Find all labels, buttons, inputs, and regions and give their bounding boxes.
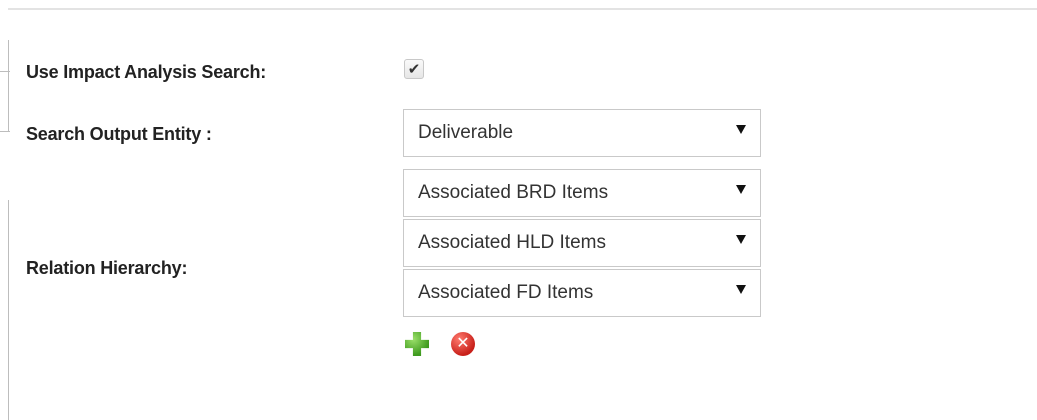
top-divider xyxy=(8,8,1037,10)
relation-level-3-value: Associated FD Items xyxy=(418,282,594,303)
relation-hierarchy-label: Relation Hierarchy: xyxy=(26,258,188,278)
relation-level-2-value: Associated HLD Items xyxy=(418,232,606,253)
impact-search-label: Use Impact Analysis Search: xyxy=(26,62,267,82)
relation-level-2-select[interactable]: Associated HLD Items xyxy=(403,219,761,267)
dropdown-arrow-icon xyxy=(736,235,746,244)
impact-search-checkbox[interactable]: ✔ xyxy=(404,59,424,79)
checkmark-icon: ✔ xyxy=(407,60,421,78)
output-entity-value: Deliverable xyxy=(418,122,514,143)
close-icon: ✕ xyxy=(456,335,470,352)
remove-level-button[interactable]: ✕ xyxy=(451,332,475,356)
dropdown-arrow-icon xyxy=(736,285,746,294)
output-entity-select[interactable]: Deliverable xyxy=(403,109,761,157)
relation-level-1-value: Associated BRD Items xyxy=(418,182,609,203)
group-border-tick xyxy=(0,71,10,72)
relation-level-1-select[interactable]: Associated BRD Items xyxy=(403,169,761,217)
group-border-tick xyxy=(0,131,10,132)
add-level-button[interactable] xyxy=(405,332,429,356)
group-border-bottom xyxy=(8,200,9,420)
dropdown-arrow-icon xyxy=(736,125,746,134)
dropdown-arrow-icon xyxy=(736,185,746,194)
relation-level-3-select[interactable]: Associated FD Items xyxy=(403,269,761,317)
group-border-top xyxy=(8,40,9,132)
output-entity-label: Search Output Entity : xyxy=(26,124,212,144)
